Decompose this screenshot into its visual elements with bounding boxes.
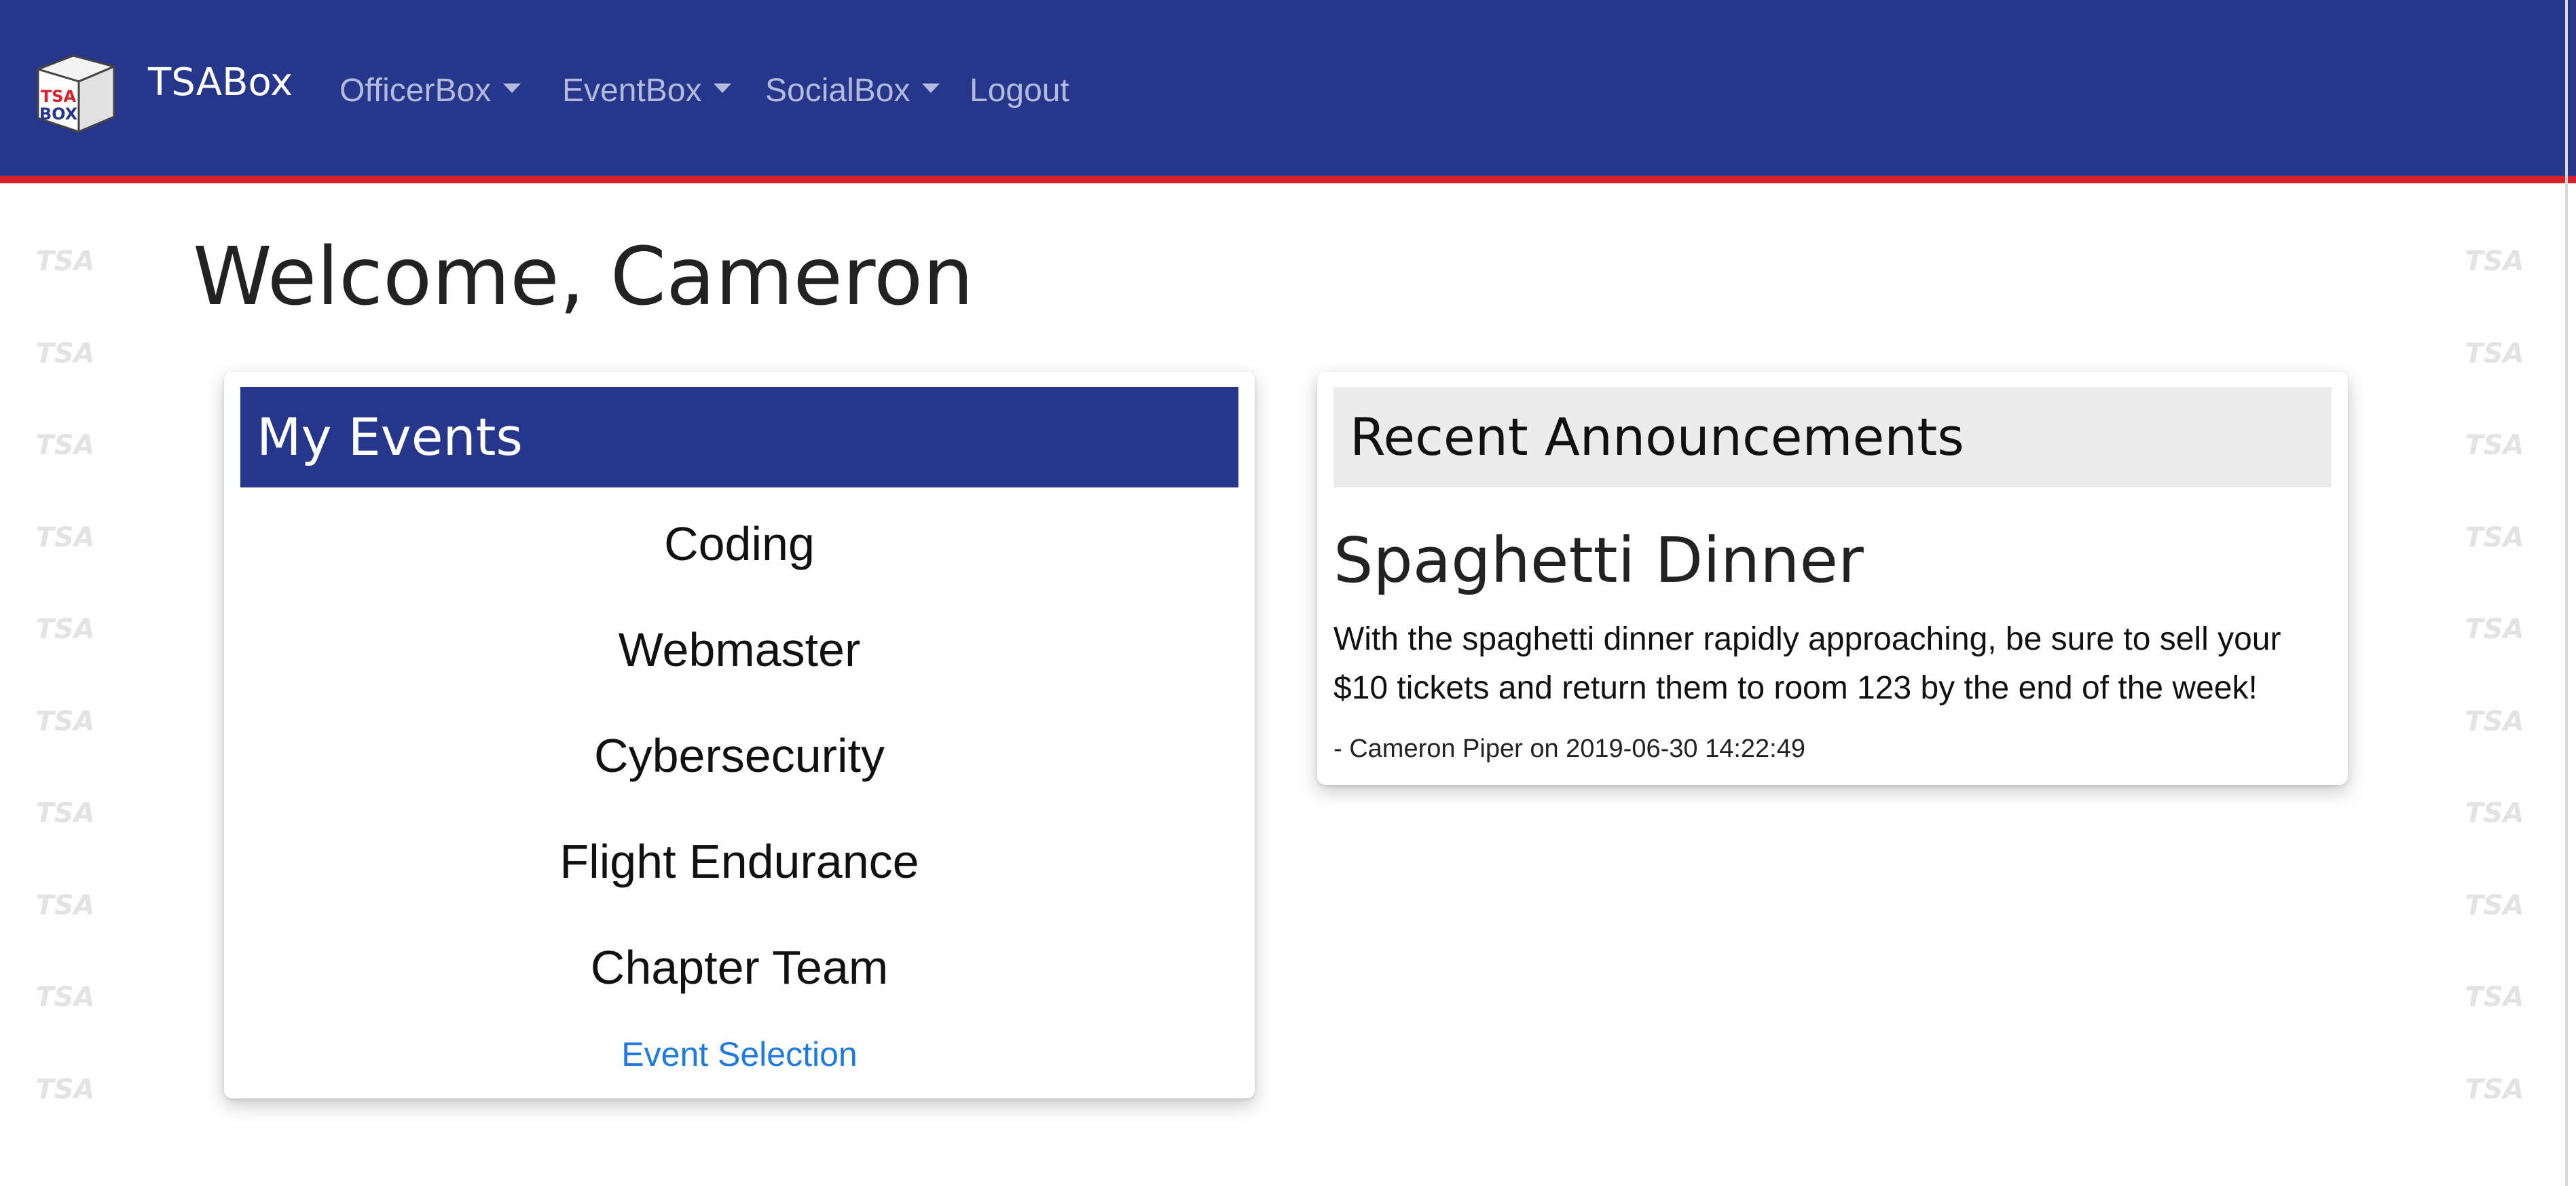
nav-officerbox-dropdown[interactable]: OfficerBox	[339, 69, 521, 113]
svg-text:TSA: TSA	[2465, 706, 2524, 736]
brand-name[interactable]: TSABox	[148, 57, 293, 109]
welcome-heading: Welcome, Cameron	[193, 229, 974, 323]
tsa-watermark-icon: TSA	[2465, 706, 2524, 736]
watermark-strip-right: TSA TSA TSA TSA TSA TSA TSA TSA TSA TSA	[2429, 204, 2552, 1168]
svg-text:TSA: TSA	[2465, 522, 2524, 552]
recent-announcements-card: Recent Announcements Spaghetti Dinner Wi…	[1317, 372, 2348, 785]
svg-text:TSA: TSA	[35, 338, 94, 368]
nav-eventbox-dropdown[interactable]: EventBox	[562, 69, 732, 113]
nav-socialbox-label: SocialBox	[765, 73, 910, 109]
svg-text:TSA: TSA	[35, 614, 94, 644]
scrollbar-edge	[2565, 0, 2568, 1186]
event-selection-link[interactable]: Event Selection	[240, 1032, 1238, 1077]
event-item-coding: Coding	[664, 517, 815, 570]
nav-logout-label: Logout	[970, 73, 1069, 109]
announcements-header: Recent Announcements	[1333, 387, 2332, 487]
announcement-body: With the spaghetti dinner rapidly approa…	[1333, 621, 2281, 706]
tsa-watermark-icon: TSA	[35, 890, 94, 920]
tsa-watermark-icon: TSA	[35, 338, 94, 368]
announcement-title: Spaghetti Dinner	[1333, 524, 1864, 597]
svg-text:TSA: TSA	[35, 706, 94, 736]
event-item-chapter-team: Chapter Team	[590, 941, 889, 994]
tsa-watermark-icon: TSA	[2465, 430, 2524, 460]
event-item-cybersecurity: Cybersecurity	[594, 729, 885, 782]
event-item-webmaster: Webmaster	[618, 623, 861, 676]
tsa-watermark-icon: TSA	[35, 246, 94, 276]
svg-text:TSA: TSA	[35, 246, 94, 276]
svg-text:TSA: TSA	[2465, 338, 2524, 368]
tsa-watermark-icon: TSA	[2465, 1074, 2524, 1104]
svg-text:TSA: TSA	[2465, 890, 2524, 920]
nav-eventbox-label: EventBox	[562, 73, 702, 109]
event-item-flight-endurance: Flight Endurance	[559, 835, 919, 888]
logo-text-bottom: BOX	[39, 105, 78, 124]
svg-text:TSA: TSA	[35, 1074, 94, 1104]
my-events-header: My Events	[240, 387, 1238, 487]
tsa-watermark-icon: TSA	[2465, 246, 2524, 276]
caret-down-icon	[503, 84, 521, 94]
svg-text:TSA: TSA	[35, 890, 94, 920]
tsa-watermark-icon: TSA	[35, 1074, 94, 1104]
svg-text:TSA: TSA	[2465, 982, 2524, 1012]
svg-text:TSA: TSA	[2465, 430, 2524, 460]
tsa-watermark-icon: TSA	[35, 706, 94, 736]
tsa-watermark-icon: TSA	[35, 522, 94, 552]
caret-down-icon	[714, 84, 732, 94]
tsa-watermark-icon: TSA	[35, 982, 94, 1012]
nav-socialbox-dropdown[interactable]: SocialBox	[765, 69, 940, 113]
tsa-watermark-icon: TSA	[35, 430, 94, 460]
svg-text:TSA: TSA	[35, 522, 94, 552]
logo-text-top: TSA	[41, 87, 77, 106]
tsa-watermark-icon: TSA	[2465, 890, 2524, 920]
caret-down-icon	[922, 84, 940, 94]
my-events-card: My Events Coding Webmaster Cybersecurity…	[224, 372, 1255, 1098]
tsa-watermark-icon: TSA	[2465, 798, 2524, 828]
tsa-watermark-icon: TSA	[35, 798, 94, 828]
tsa-watermark-icon: TSA	[2465, 982, 2524, 1012]
nav-officerbox-label: OfficerBox	[339, 73, 492, 109]
svg-text:TSA: TSA	[35, 430, 94, 460]
svg-text:TSA: TSA	[2465, 614, 2524, 644]
svg-text:TSA: TSA	[35, 798, 94, 828]
tsa-watermark-icon: TSA	[2465, 338, 2524, 368]
tsa-watermark-icon: TSA	[35, 614, 94, 644]
tsa-watermark-icon: TSA	[2465, 614, 2524, 644]
svg-text:TSA: TSA	[2465, 1074, 2524, 1104]
tsa-watermark-icon: TSA	[2465, 522, 2524, 552]
watermark-strip-left: TSA TSA TSA TSA TSA TSA TSA TSA TSA TSA	[0, 204, 122, 1168]
tsabox-logo-icon[interactable]: TSA BOX	[31, 48, 119, 136]
top-navbar: TSA BOX TSABox OfficerBox EventBox Socia…	[0, 0, 2576, 183]
svg-text:TSA: TSA	[2465, 246, 2524, 276]
svg-text:TSA: TSA	[2465, 798, 2524, 828]
announcement-meta: - Cameron Piper on 2019-06-30 14:22:49	[1333, 735, 1806, 763]
svg-text:TSA: TSA	[35, 982, 94, 1012]
nav-logout-link[interactable]: Logout	[970, 69, 1069, 113]
